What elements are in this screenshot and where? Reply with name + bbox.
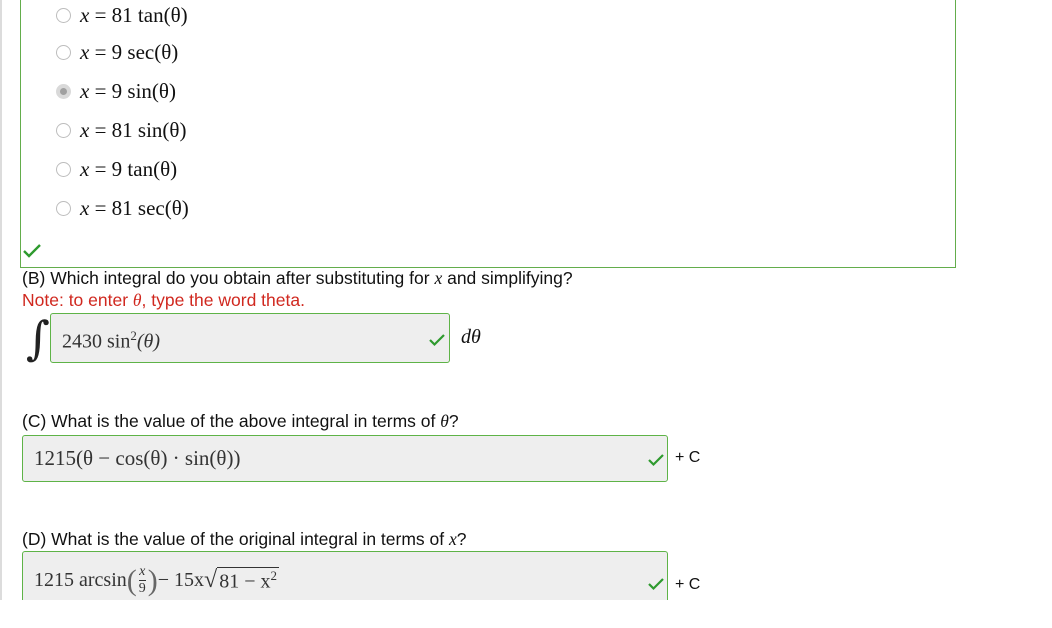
part-c-answer-field[interactable]: 1215(θ − cos(θ) · sin(θ))	[22, 435, 668, 482]
option-3[interactable]: x = 9 sin(θ)	[56, 76, 176, 106]
plus-c-label: + C	[675, 449, 701, 466]
option-2[interactable]: x = 9 sec(θ)	[56, 37, 178, 67]
option-1[interactable]: x = 81 tan(θ)	[56, 0, 188, 30]
option-5[interactable]: x = 9 tan(θ)	[56, 154, 177, 184]
radio-button[interactable]	[56, 122, 71, 138]
plus-c-label: + C	[675, 576, 701, 593]
check-icon	[648, 578, 664, 591]
radio-button[interactable]	[56, 200, 71, 216]
differential-label: dθ	[461, 326, 481, 348]
option-6[interactable]: x = 81 sec(θ)	[56, 193, 189, 223]
option-4[interactable]: x = 81 sin(θ)	[56, 115, 186, 145]
page-left-rule	[0, 0, 2, 600]
radio-button[interactable]	[56, 44, 71, 60]
check-icon	[429, 334, 445, 347]
radio-button-selected[interactable]	[56, 83, 71, 99]
part-d-answer-field[interactable]: 1215 arcsin ( x9 ) − 15x √ 81 − x2	[22, 551, 668, 600]
part-b-answer-field[interactable]: 2430 sin2(θ)	[50, 313, 450, 363]
part-d-question: (D) What is the value of the original in…	[22, 529, 467, 549]
part-c-question: (C) What is the value of the above integ…	[22, 411, 459, 431]
integral-sign: ∫	[26, 311, 50, 365]
radio-button[interactable]	[56, 7, 71, 23]
radio-button[interactable]	[56, 161, 71, 177]
part-b-question: (B) Which integral do you obtain after s…	[22, 268, 573, 288]
part-b-note: Note: to enter θ, type the word theta.	[22, 290, 305, 310]
check-icon	[23, 244, 41, 258]
check-icon	[648, 454, 664, 467]
